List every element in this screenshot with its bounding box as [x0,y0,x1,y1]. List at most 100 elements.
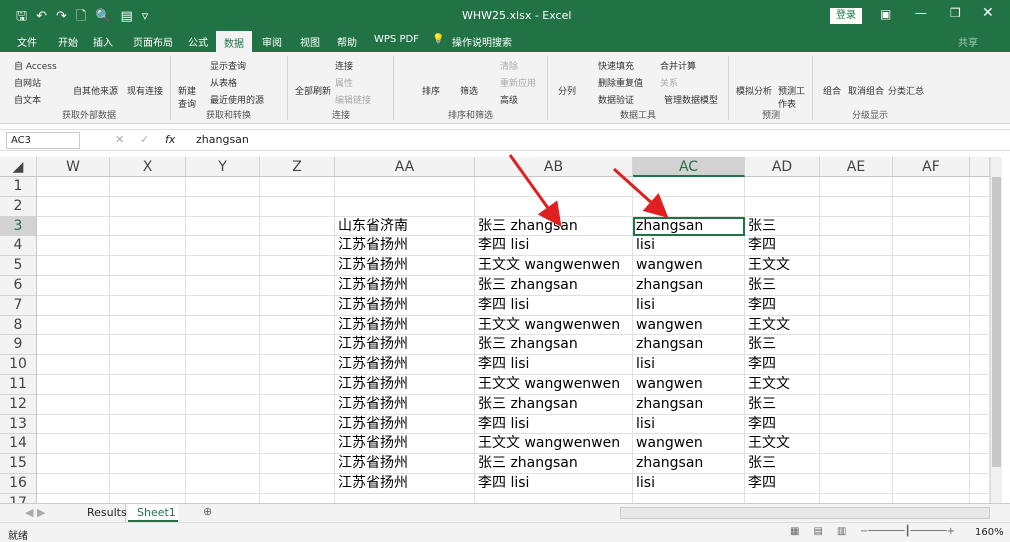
column-header-ad[interactable]: AD [745,157,820,177]
cell[interactable]: wangwen [633,256,745,276]
cell[interactable]: 江苏省扬州 [335,434,475,455]
other-sources-button[interactable]: 自其他来源 [73,84,118,97]
minimize-icon[interactable]: — [915,6,927,20]
cell[interactable]: 李四 lisi [475,414,633,435]
row-header[interactable]: 12 [0,394,37,415]
cell[interactable]: 张三 [745,216,820,237]
cell[interactable] [970,394,990,415]
row-header[interactable]: 7 [0,295,37,316]
cell[interactable] [260,216,335,237]
tell-me-search[interactable]: 操作说明搜索 [452,34,512,49]
cell[interactable]: 江苏省扬州 [335,474,475,494]
cell[interactable] [970,375,990,395]
cell[interactable]: 李四 [745,236,820,257]
manage-data-model-button[interactable]: 管理数据模型 [664,93,718,106]
cell[interactable] [970,434,990,455]
column-header-ae[interactable]: AE [820,157,893,177]
show-queries-button[interactable]: 显示查询 [210,59,246,72]
zoom-level[interactable]: 160% [975,527,1004,538]
cell[interactable]: 江苏省扬州 [335,454,475,474]
cell[interactable]: 张三 zhangsan [475,454,633,474]
column-header-aa[interactable]: AA [335,157,475,177]
cell[interactable] [970,276,990,296]
cell[interactable] [37,216,110,237]
cell[interactable] [186,434,260,455]
cell[interactable] [820,493,893,503]
share-button[interactable]: 共享 [958,34,978,49]
cell[interactable]: 山东省济南 [335,216,475,237]
cell[interactable] [970,414,990,435]
tab-wps-pdf[interactable]: WPS PDF [374,34,419,45]
cell[interactable] [820,256,893,276]
cell[interactable] [335,196,475,217]
cell[interactable]: 江苏省扬州 [335,335,475,356]
zoom-slider[interactable]: −──────┃──────+ [860,526,955,537]
prev-sheet-icon[interactable]: ◀ ▶ [25,506,45,519]
cell[interactable] [186,454,260,474]
cell[interactable] [37,375,110,395]
cell[interactable] [260,177,335,197]
cell[interactable] [110,315,186,336]
cell[interactable] [110,493,186,503]
cell[interactable] [335,177,475,197]
tab-formulas[interactable]: 公式 [188,34,208,49]
cell[interactable]: 张三 zhangsan [475,335,633,356]
name-box[interactable]: AC3 [6,132,80,149]
cell[interactable]: wangwen [633,434,745,455]
from-web-button[interactable]: 自网站 [14,76,41,89]
cell[interactable] [893,414,970,435]
cell[interactable]: zhangsan [633,394,745,415]
cell[interactable] [186,394,260,415]
function-icon[interactable]: fx [165,133,175,146]
cell[interactable]: 江苏省扬州 [335,295,475,316]
cell[interactable] [893,493,970,503]
forecast-sheet-button[interactable]: 预测工作表 [778,84,806,110]
cell[interactable]: 李四 [745,474,820,494]
cell[interactable] [110,216,186,237]
cell[interactable] [186,474,260,494]
subtotal-button[interactable]: 分类汇总 [888,84,924,97]
cell[interactable] [745,196,820,217]
cell[interactable]: zhangsan [633,276,745,296]
row-header[interactable]: 11 [0,375,37,395]
cell[interactable]: wangwen [633,315,745,336]
cell[interactable]: 张三 [745,454,820,474]
cell[interactable] [820,276,893,296]
cell[interactable] [37,295,110,316]
row-header[interactable]: 14 [0,434,37,455]
row-header[interactable]: 5 [0,256,37,276]
cell[interactable]: 张三 zhangsan [475,276,633,296]
column-header-ac[interactable]: AC [633,157,745,177]
cell[interactable] [186,295,260,316]
cell[interactable]: 江苏省扬州 [335,236,475,257]
column-header-af[interactable]: AF [893,157,970,177]
cell[interactable] [37,454,110,474]
from-access-button[interactable]: 自 Access [14,59,57,72]
cell[interactable]: 李四 lisi [475,474,633,494]
cell[interactable] [893,335,970,356]
cell[interactable]: 李四 lisi [475,236,633,257]
cell[interactable] [260,474,335,494]
cell[interactable] [820,196,893,217]
cell[interactable] [37,474,110,494]
tab-file[interactable]: 文件 [17,34,37,49]
cell[interactable]: 李四 [745,355,820,375]
cell[interactable] [820,216,893,237]
cell[interactable] [820,295,893,316]
cell[interactable] [633,177,745,197]
new-query-button[interactable]: 新建查询 [178,84,202,110]
tab-page-layout[interactable]: 页面布局 [133,34,173,49]
row-header[interactable]: 9 [0,335,37,356]
existing-connections-button[interactable]: 现有连接 [127,84,163,97]
cell[interactable] [186,177,260,197]
cell[interactable]: 王文文 [745,315,820,336]
cell[interactable] [110,454,186,474]
cell[interactable] [335,493,475,503]
cell[interactable] [970,256,990,276]
sheet-tab-sheet1[interactable]: Sheet1 [128,504,178,522]
cell[interactable]: lisi [633,236,745,257]
group-button[interactable]: 组合 [823,84,841,97]
cell[interactable]: 江苏省扬州 [335,375,475,395]
column-header-z[interactable]: Z [260,157,335,177]
cell[interactable] [820,177,893,197]
